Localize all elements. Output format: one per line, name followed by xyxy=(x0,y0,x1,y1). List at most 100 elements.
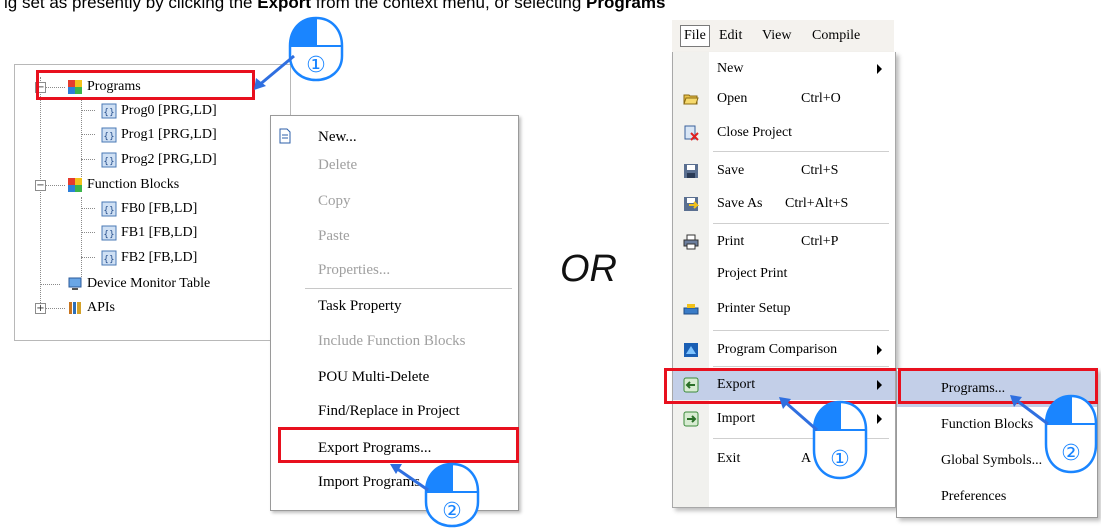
menu-item-pou-multi-delete[interactable]: POU Multi-Delete xyxy=(271,360,518,394)
menu-item-label: Copy xyxy=(318,193,351,209)
tree-label: Function Blocks xyxy=(87,177,180,192)
menu-item-print[interactable]: Print Ctrl+P xyxy=(673,227,895,257)
submenu-arrow-icon xyxy=(877,414,882,424)
menu-item-label: Exit xyxy=(717,451,741,466)
instruction-text: ig set as presently by clicking the Expo… xyxy=(4,0,1099,13)
menu-item-label: Save xyxy=(717,163,745,178)
expand-toggle-icon[interactable]: + xyxy=(35,303,46,314)
menu-item-label: Properties... xyxy=(318,262,391,278)
save-icon xyxy=(684,164,698,178)
menu-item-task-property[interactable]: Task Property xyxy=(271,289,518,323)
menu-item-label: Preferences xyxy=(941,489,1007,504)
menu-item-label: Save As xyxy=(717,196,763,211)
import-icon xyxy=(683,411,699,427)
svg-text:{}: {} xyxy=(103,108,114,118)
menu-item-label: POU Multi-Delete xyxy=(318,369,430,385)
tree-label: FB0 [FB,LD] xyxy=(121,201,198,216)
submenu-item-preferences[interactable]: Preferences xyxy=(897,479,1097,515)
menu-item-shortcut: Ctrl+P xyxy=(801,234,839,249)
menu-item-label: Task Property xyxy=(318,298,402,314)
menu-edit[interactable]: Edit xyxy=(719,28,742,44)
menu-item-new[interactable]: New xyxy=(673,54,895,84)
step-number: ② xyxy=(1061,441,1081,466)
menu-item-find-replace[interactable]: Find/Replace in Project xyxy=(271,394,518,428)
step-number: ① xyxy=(306,53,326,78)
monitor-icon xyxy=(68,277,82,290)
svg-text:{}: {} xyxy=(103,206,114,216)
instruction-part-1: ig set as presently by clicking the xyxy=(4,0,258,12)
menu-item-label: Printer Setup xyxy=(717,301,791,316)
menu-separator xyxy=(713,223,889,224)
svg-text:{}: {} xyxy=(103,157,114,167)
menu-item-label: Global Symbols... xyxy=(941,453,1043,468)
tree-item-prog2[interactable]: {} Prog2 [PRG,LD] xyxy=(15,149,285,171)
pou-icon: {} xyxy=(101,127,117,143)
project-tree-panel: − Programs {} Prog0 [PRG,LD] {} Prog1 [P… xyxy=(14,64,291,341)
menu-item-copy[interactable]: Copy xyxy=(271,184,518,218)
menu-item-properties[interactable]: Properties... xyxy=(271,253,518,287)
menu-item-delete[interactable]: Delete xyxy=(271,148,518,182)
pointer-arrow-icon xyxy=(390,464,429,492)
menu-view[interactable]: View xyxy=(762,28,791,44)
menu-item-label: Find/Replace in Project xyxy=(318,403,460,419)
pointer-arrow-icon xyxy=(254,54,295,90)
menu-item-label: Project Print xyxy=(717,266,788,281)
close-project-icon xyxy=(684,125,699,141)
tree-item-fb2[interactable]: {} FB2 [FB,LD] xyxy=(15,247,285,269)
tree-item-fb0[interactable]: {} FB0 [FB,LD] xyxy=(15,198,285,220)
tree-label: Prog1 [PRG,LD] xyxy=(121,127,217,142)
menu-item-label: Import xyxy=(717,411,756,426)
instruction-part-2: from the context menu, or selecting xyxy=(311,0,587,12)
tree-item-prog1[interactable]: {} Prog1 [PRG,LD] xyxy=(15,124,285,146)
programs-highlight-box xyxy=(36,70,255,100)
menu-item-printer-setup[interactable]: Printer Setup xyxy=(673,294,895,324)
menu-item-include-function-blocks[interactable]: Include Function Blocks xyxy=(271,324,518,358)
tree-item-device-monitor-table[interactable]: Device Monitor Table xyxy=(15,273,285,295)
pou-icon: {} xyxy=(101,250,117,266)
svg-text:{}: {} xyxy=(103,132,114,142)
pou-icon: {} xyxy=(101,225,117,241)
pointer-arrow-icon xyxy=(1010,395,1049,426)
menu-file[interactable]: File xyxy=(680,25,710,47)
tree-label: Prog2 [PRG,LD] xyxy=(121,152,217,167)
menu-item-shortcut: Ctrl+O xyxy=(801,91,841,106)
menu-item-project-print[interactable]: Project Print xyxy=(673,259,895,289)
tree-item-prog0[interactable]: {} Prog0 [PRG,LD] xyxy=(15,100,285,122)
open-folder-icon xyxy=(683,94,699,105)
submenu-arrow-icon xyxy=(877,345,882,355)
function-blocks-folder-icon xyxy=(68,178,82,192)
tree-item-apis[interactable]: + APIs xyxy=(15,297,285,319)
menu-separator xyxy=(713,151,889,152)
pou-icon: {} xyxy=(101,103,117,119)
menu-item-label: Print xyxy=(717,234,745,249)
tree-label: APIs xyxy=(87,300,116,315)
menu-item-open[interactable]: Open Ctrl+O xyxy=(673,84,895,114)
collapse-toggle-icon[interactable]: − xyxy=(35,180,46,191)
tree-label: FB2 [FB,LD] xyxy=(121,250,198,265)
menu-item-save[interactable]: Save Ctrl+S xyxy=(673,156,895,186)
menu-compile[interactable]: Compile xyxy=(812,28,860,44)
step-number: ② xyxy=(442,499,462,524)
menu-bar: File Edit View Compile xyxy=(672,20,894,55)
menu-separator xyxy=(713,330,889,331)
svg-text:{}: {} xyxy=(103,255,114,265)
step-number: ① xyxy=(830,447,850,472)
menu-item-label: Include Function Blocks xyxy=(318,333,466,349)
tree-label: Prog0 [PRG,LD] xyxy=(121,103,217,118)
tree-item-fb1[interactable]: {} FB1 [FB,LD] xyxy=(15,222,285,244)
tree-item-function-blocks[interactable]: − Function Blocks xyxy=(15,174,285,196)
menu-item-label: Program Comparison xyxy=(717,342,838,357)
or-label: OR xyxy=(560,248,617,290)
program-comparison-icon xyxy=(684,343,698,357)
menu-item-close-project[interactable]: Close Project xyxy=(673,118,895,148)
tree-label: Device Monitor Table xyxy=(87,276,211,291)
instruction-bold-export: Export xyxy=(257,0,312,12)
instruction-bold-programs: Programs xyxy=(586,0,666,12)
menu-item-save-as[interactable]: Save As Ctrl+Alt+S xyxy=(673,189,895,219)
print-icon xyxy=(683,234,699,250)
printer-setup-icon xyxy=(683,304,699,315)
tree-label: FB1 [FB,LD] xyxy=(121,225,198,240)
menu-item-program-comparison[interactable]: Program Comparison xyxy=(673,335,895,365)
menu-item-paste[interactable]: Paste xyxy=(271,219,518,253)
submenu-arrow-icon xyxy=(877,64,882,74)
